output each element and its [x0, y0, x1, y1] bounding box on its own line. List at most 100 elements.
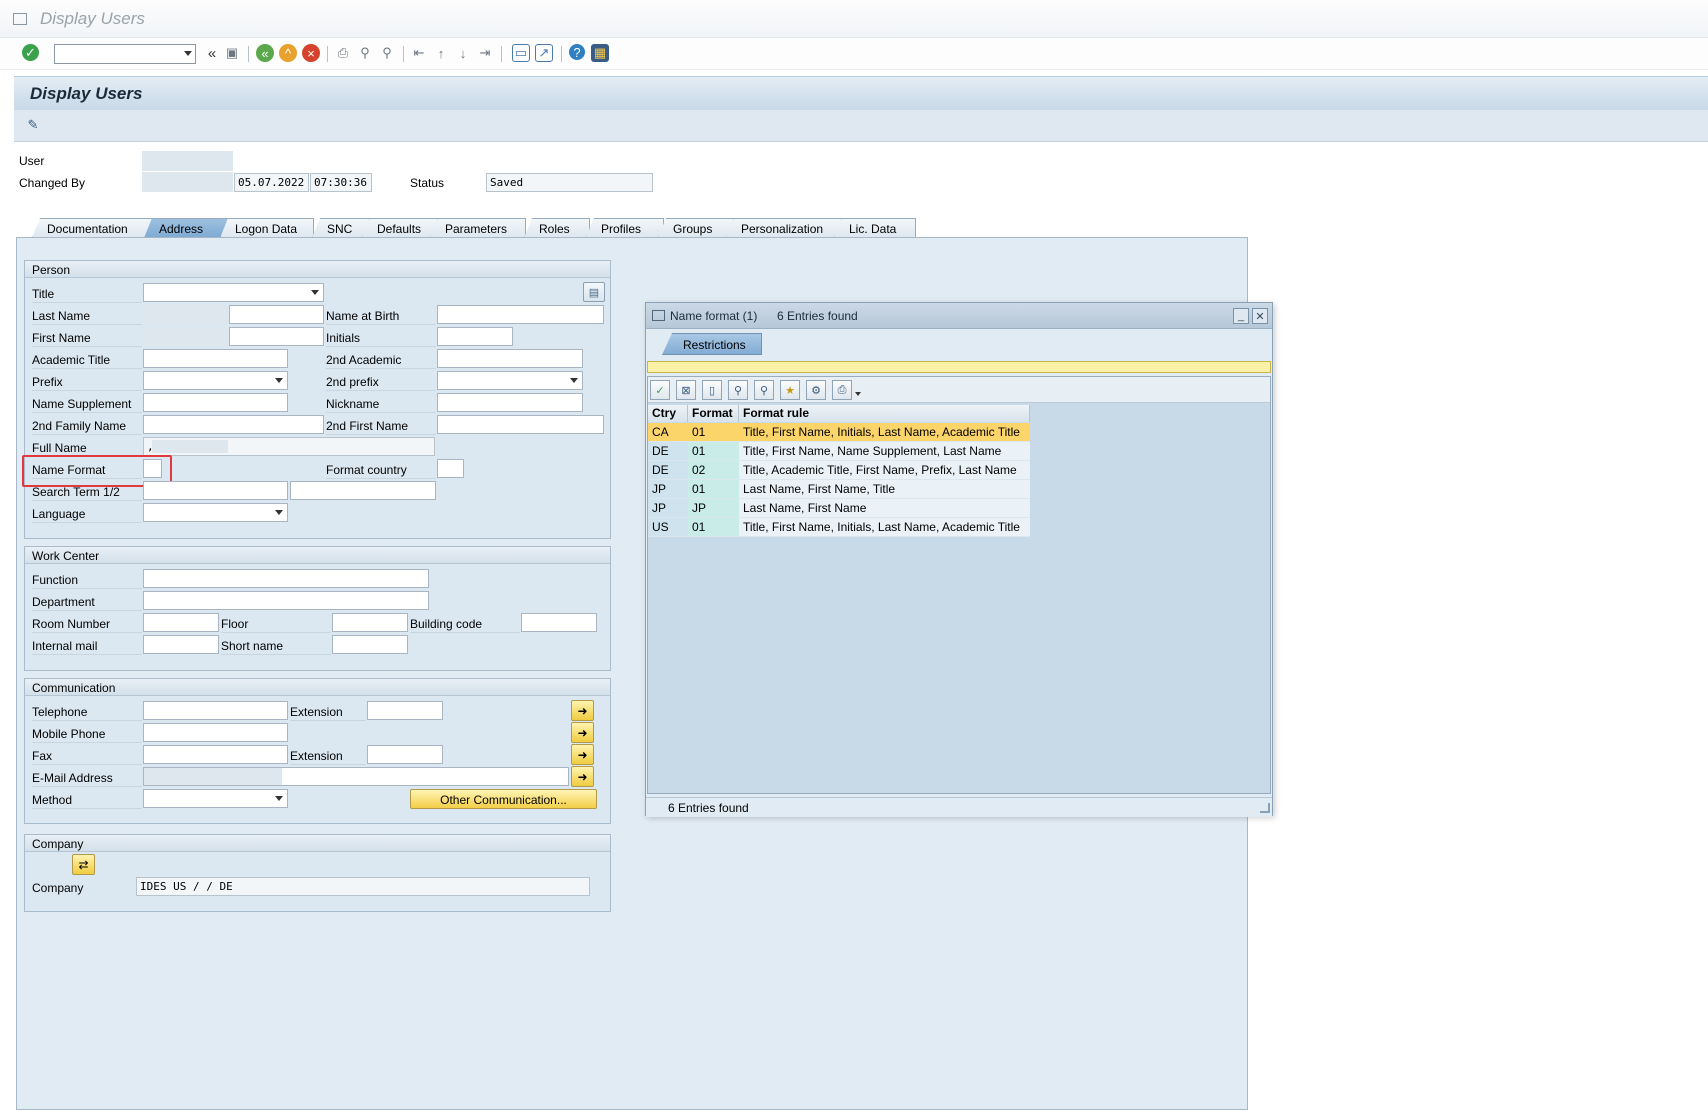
print-icon[interactable]: ⎙	[832, 380, 852, 400]
other-communication-button[interactable]: Other Communication...	[410, 789, 597, 809]
tab-roles[interactable]: Roles	[524, 218, 590, 238]
last-page-icon[interactable]: ⇥	[476, 44, 494, 62]
chevron-down-icon[interactable]	[275, 378, 283, 383]
department-field[interactable]	[143, 591, 429, 610]
tab-parameters[interactable]: Parameters	[430, 218, 526, 238]
extension-field[interactable]	[367, 701, 443, 720]
company-heading: Company	[25, 835, 610, 852]
tab-snc[interactable]: SNC	[312, 218, 370, 238]
restrictions-tab[interactable]: Restrictions	[662, 333, 762, 355]
nickname-label: Nickname	[326, 394, 436, 413]
second-family-name-field[interactable]	[143, 415, 324, 434]
academic-title-field[interactable]	[143, 349, 288, 368]
print-icon[interactable]: ⎙	[334, 44, 352, 62]
tab-profiles[interactable]: Profiles	[586, 218, 664, 238]
chevron-down-icon[interactable]	[275, 510, 283, 515]
copy-check-icon[interactable]: ✓	[650, 380, 670, 400]
chevron-down-icon[interactable]	[855, 392, 861, 396]
email-detail-icon[interactable]: ➜	[571, 766, 594, 787]
prefix-dropdown[interactable]	[143, 371, 288, 390]
find-next-icon[interactable]: ⚲	[378, 44, 396, 62]
tab-address[interactable]: Address	[144, 218, 230, 238]
chevron-down-icon[interactable]	[184, 51, 192, 56]
second-prefix-dropdown[interactable]	[437, 371, 583, 390]
menu-icon[interactable]	[13, 13, 27, 25]
fax-field[interactable]	[143, 745, 288, 764]
second-prefix-label: 2nd prefix	[326, 372, 436, 391]
cancel-icon[interactable]: ⊠	[676, 380, 696, 400]
cell-ctry: JP	[648, 480, 688, 499]
chevron-down-icon[interactable]	[275, 796, 283, 801]
mobile-detail-icon[interactable]: ➜	[571, 722, 594, 743]
method-label: Method	[32, 790, 142, 809]
new-list-icon[interactable]: ▯	[702, 380, 722, 400]
favorites-icon[interactable]: ★	[780, 380, 800, 400]
language-dropdown[interactable]	[143, 503, 288, 522]
chevron-down-icon[interactable]	[311, 290, 319, 295]
new-session-icon[interactable]: ▭	[512, 44, 530, 62]
tab-defaults[interactable]: Defaults	[362, 218, 438, 238]
cell-format: JP	[688, 499, 739, 518]
previous-page-icon[interactable]: ↑	[432, 44, 450, 62]
col-header-ctry[interactable]: Ctry	[648, 405, 688, 422]
command-field[interactable]	[54, 44, 196, 64]
method-dropdown[interactable]	[143, 789, 288, 808]
popup-menu-icon[interactable]	[652, 310, 665, 321]
room-number-field[interactable]	[143, 613, 219, 632]
layout-icon[interactable]: ▦	[591, 44, 609, 62]
back-icon[interactable]: «	[256, 44, 274, 62]
second-academic-field[interactable]	[437, 349, 583, 368]
function-field[interactable]	[143, 569, 429, 588]
first-name-field[interactable]	[229, 327, 324, 346]
tab-personalization[interactable]: Personalization	[726, 218, 842, 238]
next-page-icon[interactable]: ↓	[454, 44, 472, 62]
col-header-format[interactable]: Format	[688, 405, 739, 422]
company-change-icon[interactable]: ⇄	[72, 854, 95, 875]
prefix-label: Prefix	[32, 372, 142, 391]
maintain-icon[interactable]: ▤	[583, 282, 605, 302]
collapse-icon[interactable]: «	[203, 44, 221, 62]
cancel-icon[interactable]: ×	[302, 44, 320, 62]
find-icon[interactable]: ⚲	[728, 380, 748, 400]
find-next-icon[interactable]: ⚲	[754, 380, 774, 400]
name-at-birth-field[interactable]	[437, 305, 604, 324]
col-header-format-rule[interactable]: Format rule	[739, 405, 1030, 422]
building-code-field[interactable]	[521, 613, 597, 632]
help-icon[interactable]: ?	[569, 44, 585, 60]
name-supplement-field[interactable]	[143, 393, 288, 412]
internal-mail-field[interactable]	[143, 635, 219, 654]
format-country-field[interactable]	[437, 459, 464, 478]
tab-lic-data[interactable]: Lic. Data	[834, 218, 916, 238]
settings-icon[interactable]: ⚙	[806, 380, 826, 400]
last-name-field[interactable]	[229, 305, 324, 324]
shortcut-icon[interactable]: ↗	[535, 44, 553, 62]
tab-groups[interactable]: Groups	[658, 218, 734, 238]
telephone-detail-icon[interactable]: ➜	[571, 700, 594, 721]
mobile-phone-field[interactable]	[143, 723, 288, 742]
short-name-field[interactable]	[332, 635, 408, 654]
minimize-icon[interactable]: _	[1233, 308, 1249, 324]
search-term-2-field[interactable]	[290, 481, 436, 500]
exit-icon[interactable]: ^	[279, 44, 297, 62]
floor-field[interactable]	[332, 613, 408, 632]
search-term-1-field[interactable]	[143, 481, 288, 500]
close-icon[interactable]: ✕	[1252, 308, 1268, 324]
first-page-icon[interactable]: ⇤	[410, 44, 428, 62]
chevron-down-icon[interactable]	[570, 378, 578, 383]
tab-documentation[interactable]: Documentation	[32, 218, 158, 238]
restrictions-toggle-bar[interactable]	[647, 361, 1271, 373]
nickname-field[interactable]	[437, 393, 583, 412]
tab-logon-data[interactable]: Logon Data	[220, 218, 314, 238]
person-heading: Person	[25, 261, 610, 278]
display-change-icon[interactable]: ✎	[24, 116, 42, 134]
resize-grip-icon[interactable]	[1260, 803, 1270, 813]
initials-field[interactable]	[437, 327, 513, 346]
save-icon[interactable]: ▣	[223, 44, 241, 62]
find-icon[interactable]: ⚲	[356, 44, 374, 62]
enter-check-icon[interactable]: ✓	[22, 44, 39, 61]
fax-extension-field[interactable]	[367, 745, 443, 764]
telephone-field[interactable]	[143, 701, 288, 720]
title-dropdown[interactable]	[143, 283, 324, 302]
second-first-name-field[interactable]	[437, 415, 604, 434]
fax-detail-icon[interactable]: ➜	[571, 744, 594, 765]
